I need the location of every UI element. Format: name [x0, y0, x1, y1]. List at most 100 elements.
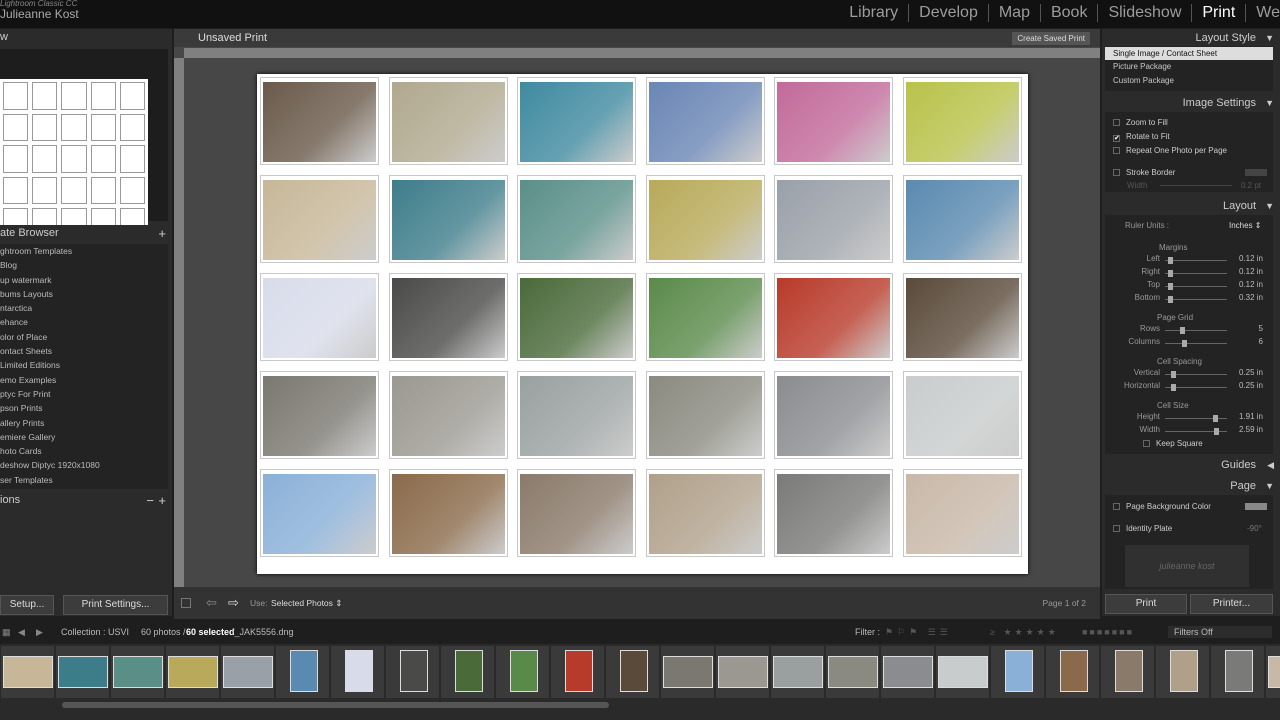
stroke-color-swatch[interactable] — [1245, 169, 1267, 176]
stroke-border-checkbox[interactable] — [1113, 169, 1120, 176]
print-cell[interactable] — [903, 371, 1022, 459]
back-arrow-icon[interactable]: ◀ — [18, 620, 25, 644]
print-cell[interactable] — [774, 371, 893, 459]
module-print[interactable]: Print — [1192, 4, 1247, 22]
filmstrip-thumbnail[interactable] — [165, 646, 219, 698]
color-label-filter[interactable]: ■■■■■■■ — [1082, 620, 1134, 644]
filmstrip-thumbnail[interactable] — [220, 646, 274, 698]
filter-preset-dropdown[interactable]: Filters Off — [1168, 626, 1272, 638]
rotate-to-fit-checkbox[interactable]: ✔ — [1113, 135, 1120, 142]
print-cell[interactable] — [646, 175, 765, 263]
print-cell[interactable] — [517, 469, 636, 557]
print-cell[interactable] — [646, 77, 765, 165]
rating-filter-stars[interactable]: ≥ ★★★★★ — [990, 620, 1059, 644]
collection-source[interactable]: Collection : USVI — [61, 620, 129, 644]
print-cell[interactable] — [260, 371, 379, 459]
print-cell[interactable] — [774, 175, 893, 263]
print-cell[interactable] — [646, 273, 765, 361]
template-item[interactable]: emiere Gallery — [0, 430, 168, 444]
image-settings-header[interactable]: Image Settings ▼ — [1102, 94, 1280, 112]
filmstrip-thumbnail[interactable] — [440, 646, 494, 698]
print-cell[interactable] — [389, 77, 508, 165]
filmstrip-thumbnail[interactable] — [110, 646, 164, 698]
template-item[interactable]: ghtroom Templates — [0, 244, 168, 258]
filmstrip-thumbnail[interactable] — [935, 646, 989, 698]
print-cell[interactable] — [389, 175, 508, 263]
filmstrip-thumbnail[interactable] — [550, 646, 604, 698]
print-cell[interactable] — [774, 469, 893, 557]
slider-knob[interactable] — [1170, 384, 1176, 391]
template-item[interactable]: up watermark — [0, 273, 168, 287]
print-cell[interactable] — [260, 273, 379, 361]
ruler-units-dropdown[interactable]: Inches ⇕ — [1229, 221, 1262, 230]
slider-value[interactable]: 5 — [1259, 324, 1263, 333]
module-slideshow[interactable]: Slideshow — [1098, 4, 1193, 22]
print-cell[interactable] — [903, 469, 1022, 557]
zoom-to-fill-option[interactable]: Zoom to Fill — [1113, 118, 1168, 127]
print-cell[interactable] — [517, 77, 636, 165]
page-background-swatch[interactable] — [1245, 503, 1267, 510]
template-item[interactable]: ntarctica — [0, 301, 168, 315]
filmstrip-thumbnail[interactable] — [825, 646, 879, 698]
next-page-arrow-icon[interactable]: ⇨ — [228, 595, 239, 611]
template-item[interactable]: Blog — [0, 258, 168, 272]
layout-header[interactable]: Layout ▼ — [1102, 197, 1280, 215]
module-develop[interactable]: Develop — [909, 4, 989, 22]
slider-knob[interactable] — [1212, 415, 1218, 422]
print-cell[interactable] — [903, 175, 1022, 263]
filmstrip-thumbnail[interactable] — [0, 646, 54, 698]
template-item[interactable]: ehance — [0, 315, 168, 329]
layout-style-picture-package[interactable]: Picture Package — [1113, 62, 1171, 71]
module-book[interactable]: Book — [1041, 4, 1099, 22]
slider-value[interactable]: 0.25 in — [1239, 381, 1263, 390]
template-item[interactable]: allery Prints — [0, 416, 168, 430]
add-collection-icon[interactable]: + — [158, 492, 166, 509]
print-cell[interactable] — [903, 273, 1022, 361]
print-cell[interactable] — [774, 77, 893, 165]
horizontal-ruler[interactable] — [184, 48, 1100, 58]
slider-knob[interactable] — [1167, 257, 1173, 264]
slider-value[interactable]: 0.12 in — [1239, 267, 1263, 276]
layout-slider[interactable] — [1165, 384, 1227, 391]
flag-filter-icons[interactable]: ⚑⚐⚑ ☰☰ — [885, 620, 952, 644]
repeat-photo-option[interactable]: Repeat One Photo per Page — [1113, 146, 1227, 155]
print-cell[interactable] — [389, 273, 508, 361]
filmstrip-thumbnail[interactable] — [385, 646, 439, 698]
print-cell[interactable] — [903, 77, 1022, 165]
identity-plate-option[interactable]: Identity Plate — [1113, 524, 1172, 533]
filmstrip-thumbnail[interactable] — [275, 646, 329, 698]
slider-knob[interactable] — [1182, 340, 1188, 347]
stroke-border-option[interactable]: Stroke Border — [1113, 168, 1175, 177]
filmstrip-thumbnail[interactable] — [1210, 646, 1264, 698]
layout-style-custom-package[interactable]: Custom Package — [1113, 76, 1174, 85]
template-item[interactable]: ptyc For Print — [0, 387, 168, 401]
guides-header[interactable]: Guides ◀ — [1102, 456, 1280, 474]
zoom-to-fill-checkbox[interactable] — [1113, 119, 1120, 126]
slider-value[interactable]: 6 — [1259, 337, 1263, 346]
template-item[interactable]: deshow Diptyc 1920x1080 — [0, 458, 168, 472]
filmstrip-thumbnail[interactable] — [880, 646, 934, 698]
print-cell[interactable] — [517, 273, 636, 361]
layout-style-single[interactable]: Single Image / Contact Sheet — [1105, 47, 1273, 60]
keep-square-option[interactable]: Keep Square — [1143, 439, 1203, 448]
filmstrip-thumbnail[interactable] — [330, 646, 384, 698]
slider-knob[interactable] — [1214, 428, 1220, 435]
template-item[interactable]: hoto Cards — [0, 444, 168, 458]
remove-collection-icon[interactable]: − — [146, 492, 154, 509]
slider-knob[interactable] — [1179, 327, 1185, 334]
template-item[interactable]: bums Layouts — [0, 287, 168, 301]
module-map[interactable]: Map — [989, 4, 1041, 22]
print-cell[interactable] — [260, 469, 379, 557]
print-cell[interactable] — [389, 469, 508, 557]
print-cell[interactable] — [646, 469, 765, 557]
preview-header[interactable]: w — [0, 29, 172, 46]
use-selected-dropdown[interactable]: Selected Photos ⇕ — [271, 598, 342, 609]
slider-value[interactable]: 0.12 in — [1239, 280, 1263, 289]
print-cell[interactable] — [517, 175, 636, 263]
template-item[interactable]: ser Templates — [0, 473, 168, 487]
slider-value[interactable]: 0.32 in — [1239, 293, 1263, 302]
page-setup-button[interactable]: Setup... — [0, 595, 54, 615]
print-settings-button[interactable]: Print Settings... — [63, 595, 168, 615]
forward-arrow-icon[interactable]: ▶ — [36, 620, 43, 644]
show-page-checkbox[interactable] — [181, 598, 191, 608]
